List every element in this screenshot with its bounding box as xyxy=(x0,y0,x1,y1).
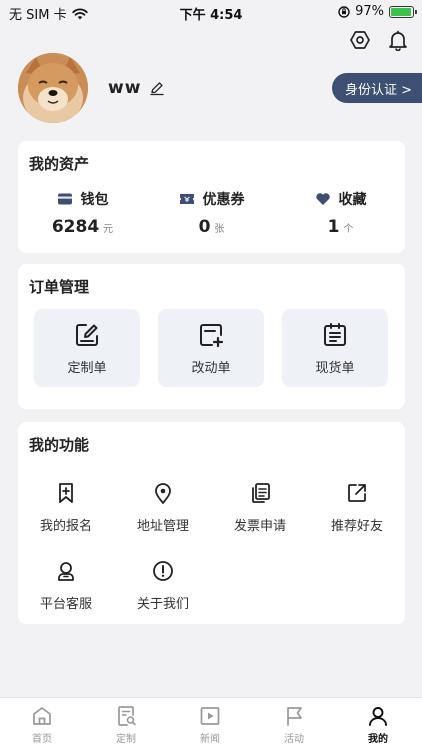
custom-order-label: 定制单 xyxy=(67,361,107,376)
coupon-item[interactable]: 优惠券 0 张 xyxy=(147,189,276,237)
home-icon xyxy=(33,707,51,725)
invoice-icon xyxy=(252,483,270,503)
username-row: ww xyxy=(108,78,165,98)
tab-mine[interactable]: 我的 xyxy=(336,705,420,747)
header-actions xyxy=(348,28,410,52)
avatar[interactable] xyxy=(18,53,88,123)
orders-title: 订单管理 xyxy=(29,278,90,296)
assets-title: 我的资产 xyxy=(29,155,90,173)
invoice-apply-label: 发票申请 xyxy=(233,519,286,534)
my-registration-label: 我的报名 xyxy=(39,519,92,534)
bottom-tab-bar: 首页 定制 新闻 活动 我的 xyxy=(0,697,422,750)
wallet-item[interactable]: 钱包 6284 元 xyxy=(18,189,147,237)
favorites-item[interactable]: 收藏 1 个 xyxy=(276,189,405,237)
bookmark-add-icon xyxy=(59,483,73,503)
favorites-value: 1 xyxy=(327,217,340,237)
functions-title: 我的功能 xyxy=(29,436,90,454)
change-order-label: 改动单 xyxy=(191,361,231,376)
status-right: 97% xyxy=(338,4,417,19)
tab-home[interactable]: 首页 xyxy=(0,705,84,747)
about-us-item[interactable]: 关于我们 xyxy=(115,560,211,622)
coupon-label: 优惠券 xyxy=(202,192,245,208)
functions-card: 我的功能 我的报名 地址管理 发票申请 推荐好友 平台客服 关于我们 xyxy=(18,422,405,624)
wallet-label-row: 钱包 xyxy=(18,189,147,209)
heart-icon xyxy=(315,193,330,205)
wallet-value-row: 6284 元 xyxy=(18,217,147,237)
orders-card: 订单管理 定制单 改动单 现货单 xyxy=(18,264,405,409)
tab-custom[interactable]: 定制 xyxy=(84,705,168,747)
favorites-label-row: 收藏 xyxy=(276,189,405,209)
location-pin-icon xyxy=(155,483,171,504)
coupon-label-row: 优惠券 xyxy=(147,189,276,209)
favorites-unit: 个 xyxy=(343,224,354,235)
customer-service-label: 平台客服 xyxy=(39,597,92,612)
stock-order-button[interactable]: 现货单 xyxy=(282,309,388,387)
my-registration-item[interactable]: 我的报名 xyxy=(18,482,114,544)
change-order-button[interactable]: 改动单 xyxy=(158,309,264,387)
tab-home-label: 首页 xyxy=(32,734,52,745)
customer-service-item[interactable]: 平台客服 xyxy=(18,560,114,622)
orientation-lock-icon xyxy=(338,5,350,18)
wallet-label: 钱包 xyxy=(80,192,109,208)
status-bar: 无 SIM 卡 下午 4:54 97% xyxy=(0,0,422,24)
settings-icon[interactable] xyxy=(348,28,372,52)
add-document-icon xyxy=(200,324,224,348)
wallet-value: 6284 xyxy=(51,217,100,237)
info-icon xyxy=(153,561,173,581)
coupon-value-row: 0 张 xyxy=(147,217,276,237)
battery-percent: 97% xyxy=(355,4,384,19)
tab-activity[interactable]: 活动 xyxy=(252,705,336,747)
tab-mine-label: 我的 xyxy=(368,734,388,745)
wallet-icon xyxy=(57,193,72,205)
favorites-value-row: 1 个 xyxy=(276,217,405,237)
coupon-icon xyxy=(179,194,194,204)
identity-verify-label: 身份认证 > xyxy=(345,82,413,98)
battery-icon xyxy=(389,5,417,18)
username: ww xyxy=(108,78,142,98)
invoice-apply-item[interactable]: 发票申请 xyxy=(212,482,308,544)
custom-order-icon xyxy=(118,706,136,726)
edit-icon xyxy=(76,324,98,346)
customer-service-icon xyxy=(58,562,74,581)
about-us-label: 关于我们 xyxy=(136,597,189,612)
identity-verify-button[interactable]: 身份认证 > xyxy=(332,73,422,103)
video-play-icon xyxy=(200,707,220,725)
address-manage-label: 地址管理 xyxy=(136,519,189,534)
user-icon xyxy=(369,707,387,726)
recommend-friend-item[interactable]: 推荐好友 xyxy=(309,482,405,544)
battery-fill xyxy=(391,7,412,16)
coupon-unit: 张 xyxy=(214,224,225,235)
recommend-friend-label: 推荐好友 xyxy=(330,519,383,534)
wallet-unit: 元 xyxy=(103,224,114,235)
custom-order-button[interactable]: 定制单 xyxy=(34,309,140,387)
tab-custom-label: 定制 xyxy=(116,734,136,745)
favorites-label: 收藏 xyxy=(338,192,367,208)
notification-bell-icon[interactable] xyxy=(386,28,410,52)
share-icon xyxy=(348,484,366,502)
tab-news-label: 新闻 xyxy=(200,734,220,745)
clipboard-icon xyxy=(324,323,346,346)
stock-order-label: 现货单 xyxy=(315,361,355,376)
tab-news[interactable]: 新闻 xyxy=(168,705,252,747)
tab-activity-label: 活动 xyxy=(284,734,304,745)
coupon-value: 0 xyxy=(198,217,211,237)
flag-icon xyxy=(287,707,302,726)
edit-name-icon[interactable] xyxy=(149,80,165,96)
profile-section: ww 身份认证 > xyxy=(18,53,422,123)
assets-card: 我的资产 钱包 6284 元 优惠券 0 张 收藏 1 个 xyxy=(18,141,405,253)
address-manage-item[interactable]: 地址管理 xyxy=(115,482,211,544)
